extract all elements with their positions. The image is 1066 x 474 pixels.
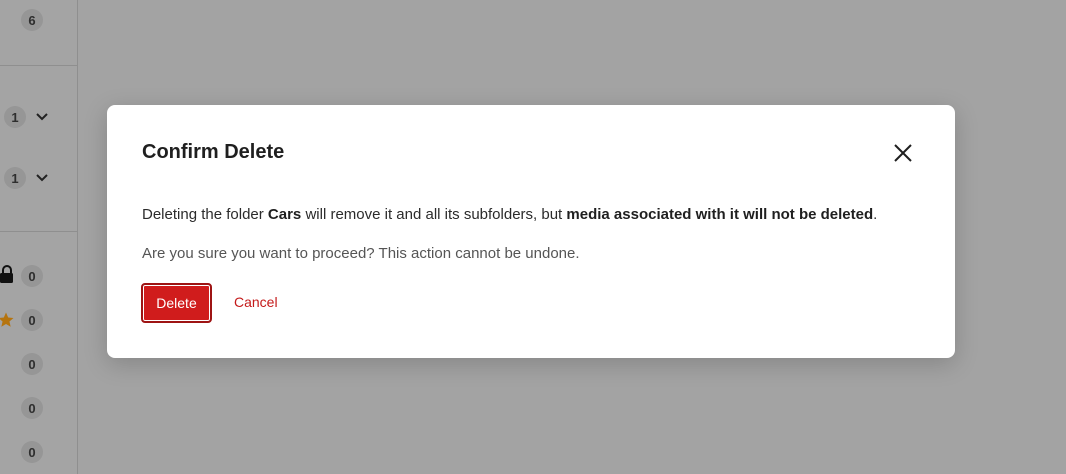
count-badge: 0 xyxy=(21,353,43,375)
count-badge: 1 xyxy=(4,167,26,189)
confirm-question: Are you sure you want to proceed? This a… xyxy=(142,245,580,262)
delete-button[interactable]: Delete xyxy=(141,283,212,323)
message-middle: will remove it and all its subfolders, b… xyxy=(301,206,567,223)
cancel-button[interactable]: Cancel xyxy=(234,294,278,310)
message-warning: media associated with it will not be del… xyxy=(566,206,874,223)
count-badge: 6 xyxy=(21,9,43,31)
sidebar-divider xyxy=(0,65,77,66)
sidebar: 6 1 1 0 0 0 0 0 xyxy=(0,0,78,474)
dialog-message: Deleting the folder Cars will remove it … xyxy=(142,206,877,223)
dialog-title: Confirm Delete xyxy=(142,141,285,163)
close-icon[interactable] xyxy=(891,141,915,165)
count-badge: 1 xyxy=(4,106,26,128)
chevron-down-icon[interactable] xyxy=(35,112,49,122)
count-badge: 0 xyxy=(21,441,43,463)
sidebar-divider xyxy=(0,231,77,232)
count-badge: 0 xyxy=(21,397,43,419)
lock-icon xyxy=(0,265,13,283)
count-badge: 0 xyxy=(21,265,43,287)
message-prefix: Deleting the folder xyxy=(142,206,268,223)
confirm-delete-dialog: Confirm Delete Deleting the folder Cars … xyxy=(107,105,955,358)
chevron-down-icon[interactable] xyxy=(35,173,49,183)
count-badge: 0 xyxy=(21,309,43,331)
message-suffix: . xyxy=(873,206,878,223)
folder-name: Cars xyxy=(267,206,302,223)
star-icon xyxy=(0,312,14,327)
